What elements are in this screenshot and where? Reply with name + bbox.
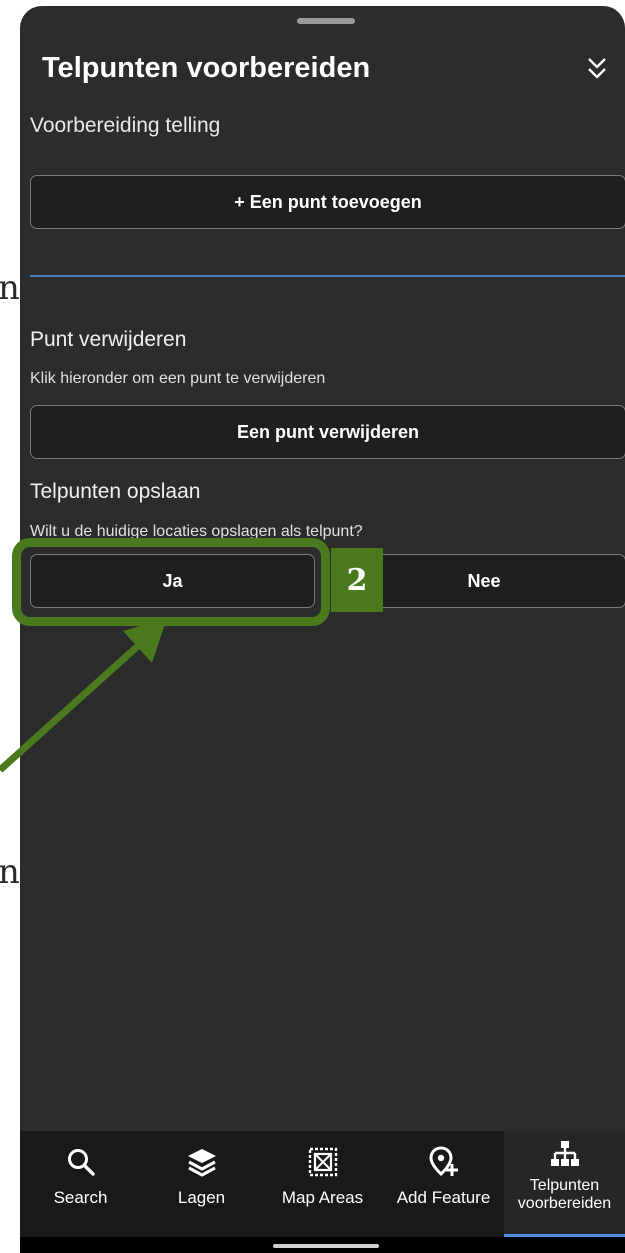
- map-areas-icon: [306, 1145, 340, 1179]
- panel-subtitle: Voorbereiding telling: [30, 114, 221, 137]
- panel-title: Telpunten voorbereiden: [42, 52, 371, 84]
- save-section-title: Telpunten opslaan: [30, 480, 201, 503]
- highlight-box: [12, 538, 330, 626]
- home-gesture-bar[interactable]: [273, 1244, 379, 1248]
- step-number-badge: 2: [331, 548, 383, 612]
- nav-label-telpunten-voorbereiden: Telpunten voorbereiden: [517, 1177, 612, 1212]
- nav-label-search: Search: [53, 1188, 108, 1207]
- nav-label-add-feature: Add Feature: [396, 1188, 491, 1207]
- add-location-icon: [427, 1145, 461, 1179]
- section-divider: [30, 275, 625, 277]
- add-point-button[interactable]: + Een punt toevoegen: [30, 175, 625, 229]
- drag-handle[interactable]: [297, 18, 355, 24]
- nav-item-search[interactable]: Search: [20, 1131, 141, 1237]
- delete-section-title: Punt verwijderen: [30, 328, 187, 351]
- nav-label-lagen: Lagen: [177, 1188, 226, 1207]
- delete-section-description: Klik hieronder om een punt te verwijdere…: [30, 370, 326, 387]
- chevron-double-down-icon[interactable]: [585, 56, 609, 82]
- nav-label-map-areas: Map Areas: [281, 1188, 364, 1207]
- system-navigation-bar: [20, 1237, 625, 1253]
- side-panel: Telpunten voorbereiden Voorbereiding tel…: [20, 6, 625, 1253]
- nav-item-map-areas[interactable]: Map Areas: [262, 1131, 383, 1237]
- nav-item-lagen[interactable]: Lagen: [141, 1131, 262, 1237]
- hierarchy-icon: [548, 1137, 582, 1171]
- page-edge-letter-bottom: n: [0, 852, 20, 892]
- no-button[interactable]: Nee: [342, 554, 625, 608]
- search-icon: [64, 1145, 98, 1179]
- delete-point-button[interactable]: Een punt verwijderen: [30, 405, 625, 459]
- nav-item-telpunten-voorbereiden[interactable]: Telpunten voorbereiden: [504, 1131, 625, 1237]
- bottom-navigation: Search Lagen Map Areas Add Feature Telpu…: [20, 1131, 625, 1237]
- layers-icon: [185, 1145, 219, 1179]
- page-edge-letter-top: n: [0, 268, 20, 308]
- nav-item-add-feature[interactable]: Add Feature: [383, 1131, 504, 1237]
